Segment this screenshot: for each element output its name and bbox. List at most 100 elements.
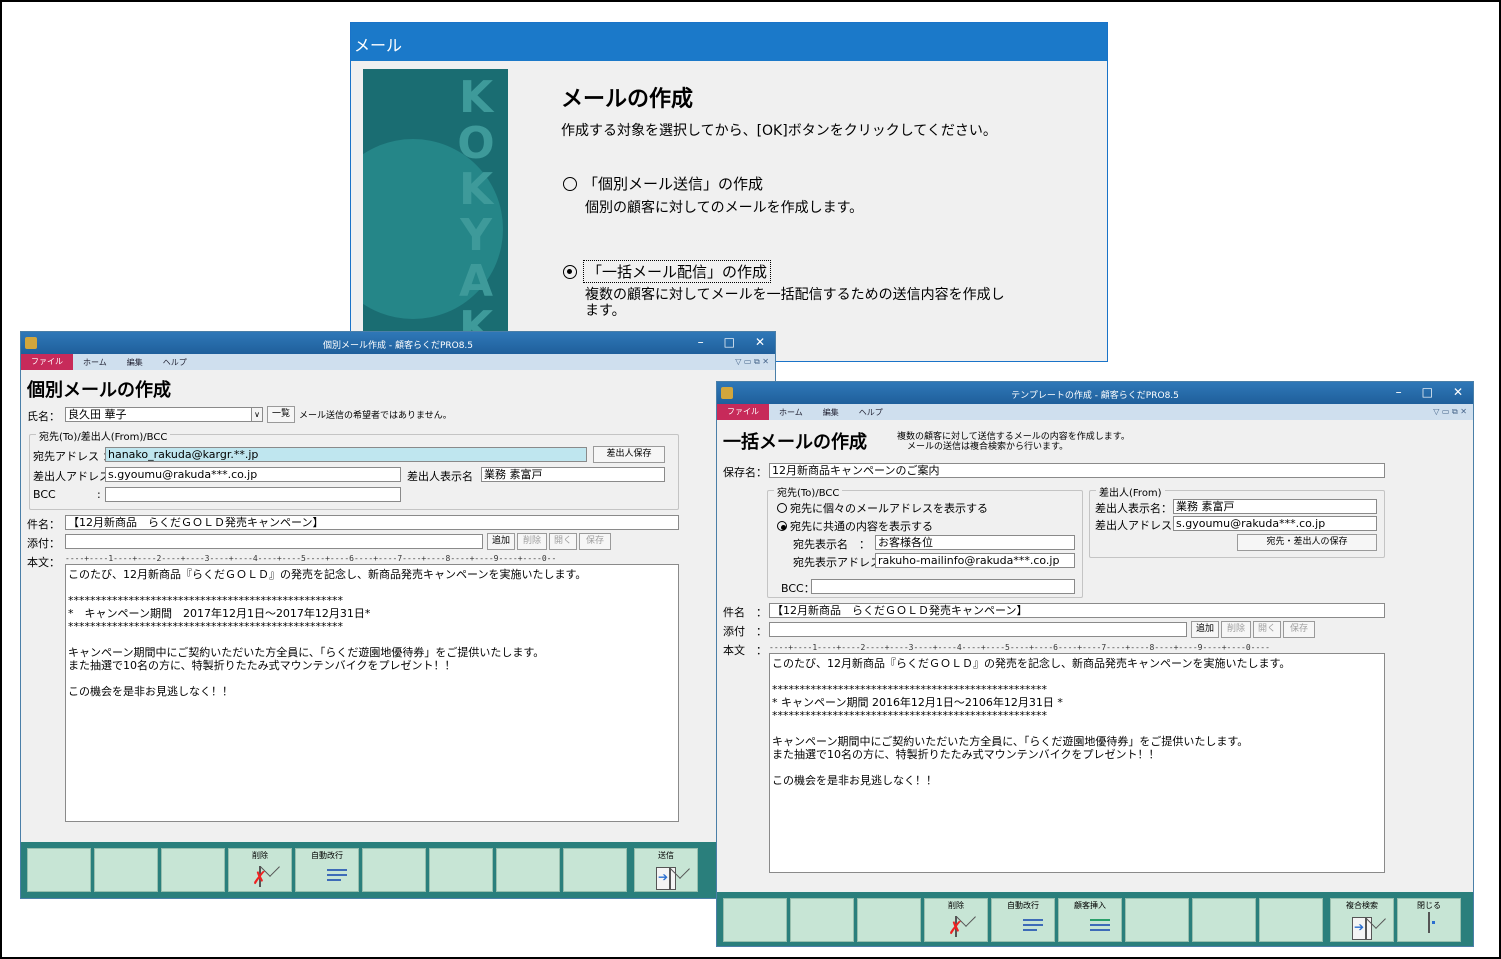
attach-open-button[interactable]: 開く: [1253, 621, 1281, 638]
bcc-colon: :: [97, 488, 101, 501]
attach-label: 添付：: [27, 537, 60, 550]
radio-bulk[interactable]: [563, 264, 577, 279]
from-address-field[interactable]: s.gyoumu@rakuda***.co.jp: [1173, 516, 1377, 531]
attach-delete-button[interactable]: 削除: [1221, 621, 1251, 638]
option-bulk-label: 「一括メール配信」の作成: [583, 260, 772, 283]
name-note: メール送信の希望者ではありません。: [299, 411, 452, 421]
save-sender-button[interactable]: 差出人保存: [593, 446, 665, 463]
subject-field[interactable]: 【12月新商品 らくだＧＯＬＤ発売キャンペーン】: [65, 515, 679, 530]
radio-common-content[interactable]: [777, 521, 787, 531]
tab-edit[interactable]: 編集: [813, 407, 849, 418]
send-button[interactable]: 送信 ➔: [634, 848, 698, 892]
from-name-field[interactable]: 業務 素富戸: [481, 467, 665, 482]
function-key-bar: 削除 ✗ 自動改行 送信 ➔: [21, 842, 775, 898]
page-title: 個別メールの作成: [27, 380, 171, 401]
body-textarea[interactable]: このたび、12月新商品『らくだＧＯＬＤ』の発売を記念し、新商品発売キャンペーンを…: [65, 564, 679, 822]
radio-individual[interactable]: [563, 176, 577, 191]
attach-add-button[interactable]: 追加: [487, 533, 515, 550]
dialog-titlebar: メール: [351, 23, 1107, 61]
list-button[interactable]: 一覧: [267, 406, 295, 423]
compound-search-button-label: 複合検索: [1346, 901, 1378, 910]
from-name-field[interactable]: 業務 素富戸: [1173, 499, 1377, 514]
insert-customer-button-label: 顧客挿入: [1074, 901, 1106, 910]
bcc-label: BCC: [33, 488, 56, 501]
fkey-slot-2: [790, 898, 854, 942]
auto-wrap-button[interactable]: 自動改行: [295, 848, 359, 892]
recipient-group-title: 宛先(To)/差出人(From)/BCC: [36, 428, 171, 443]
maximize-icon[interactable]: □: [1422, 385, 1433, 399]
name-label: 氏名：: [27, 410, 60, 423]
radio-individual-address[interactable]: [777, 503, 787, 513]
bcc-field[interactable]: [105, 487, 401, 502]
window-title: テンプレートの作成 - 顧客らくだPRO8.5: [1011, 391, 1179, 401]
body-textarea[interactable]: このたび、12月新商品『らくだＧＯＬＤ』の発売を記念し、新商品発売キャンペーンを…: [769, 653, 1385, 873]
ribbon-mini-controls-icon[interactable]: ▽ ▭ ⧉ ✕: [1433, 407, 1467, 417]
window-title: 個別メール作成 - 顧客らくだPRO8.5: [322, 341, 474, 351]
tab-help[interactable]: ヘルプ: [153, 357, 197, 368]
save-name-field[interactable]: 12月新商品キャンペーンのご案内: [769, 463, 1385, 478]
window-controls: – □ ✕: [698, 335, 765, 349]
ribbon-mini-controls-icon[interactable]: ▽ ▭ ⧉ ✕: [735, 357, 769, 367]
to-display-address-field[interactable]: rakuho-mailinfo@rakuda***.co.jp: [875, 553, 1075, 568]
ribbon-tabs: ファイル ホーム 編集 ヘルプ ▽ ▭ ⧉ ✕: [717, 404, 1473, 420]
auto-wrap-button-label: 自動改行: [1007, 901, 1039, 910]
fkey-slot-2: [94, 848, 158, 892]
maximize-icon[interactable]: □: [724, 335, 735, 349]
delete-button[interactable]: 削除 ✗: [228, 848, 292, 892]
tab-edit[interactable]: 編集: [117, 357, 153, 368]
option-bulk-desc-2: ます。: [585, 303, 626, 319]
window-controls: – □ ✕: [1396, 385, 1463, 399]
brand-logo-text: KOKYAKU: [457, 72, 495, 360]
delete-button-label: 削除: [252, 851, 268, 860]
attach-open-button[interactable]: 開く: [549, 533, 577, 550]
option-bulk[interactable]: 「一括メール配信」の作成: [563, 260, 772, 283]
header-note-1: 複数の顧客に対して送信するメールの内容を作成します。: [897, 432, 1130, 442]
attach-delete-button[interactable]: 削除: [517, 533, 547, 550]
tab-file[interactable]: ファイル: [717, 404, 769, 420]
window-titlebar: テンプレートの作成 - 顧客らくだPRO8.5 – □ ✕: [717, 382, 1473, 404]
fkey-slot-9: [1259, 898, 1323, 942]
fkey-slot-3: [161, 848, 225, 892]
close-icon[interactable]: ✕: [755, 335, 765, 349]
delete-button[interactable]: 削除 ✗: [924, 898, 988, 942]
compound-search-button[interactable]: 複合検索 ➔: [1330, 898, 1394, 942]
tab-file[interactable]: ファイル: [21, 354, 73, 370]
column-ruler: ----+----1----+----2----+----3----+----4…: [769, 643, 1270, 652]
name-select[interactable]: 良久田 華子: [65, 407, 255, 422]
chevron-down-icon[interactable]: ∨: [251, 407, 263, 422]
attach-add-button[interactable]: 追加: [1191, 621, 1219, 638]
auto-wrap-button[interactable]: 自動改行: [991, 898, 1055, 942]
tab-home[interactable]: ホーム: [769, 407, 813, 418]
tab-home[interactable]: ホーム: [73, 357, 117, 368]
fkey-slot-1: [723, 898, 787, 942]
fkey-slot-1: [27, 848, 91, 892]
attach-save-button[interactable]: 保存: [1283, 621, 1315, 638]
option-individual[interactable]: 「個別メール送信」の作成: [563, 173, 763, 194]
delete-mail-icon: ✗: [948, 916, 964, 939]
close-icon[interactable]: ✕: [1453, 385, 1463, 399]
subject-label: 件名 ：: [723, 606, 767, 619]
auto-wrap-button-label: 自動改行: [311, 851, 343, 860]
header-note-2: メールの送信は複合検索から行います。: [907, 442, 1069, 452]
attach-save-button[interactable]: 保存: [579, 533, 611, 550]
attach-field[interactable]: [65, 534, 483, 549]
tab-help[interactable]: ヘルプ: [849, 407, 893, 418]
subject-label: 件名：: [27, 518, 60, 531]
subject-field[interactable]: 【12月新商品 らくだＧＯＬＤ発売キャンペーン】: [769, 603, 1385, 618]
bcc-field[interactable]: [811, 579, 1075, 594]
save-to-from-button[interactable]: 宛先・差出人の保存: [1237, 534, 1377, 551]
from-address-field[interactable]: s.gyoumu@rakuda***.co.jp: [105, 467, 401, 482]
ribbon-tabs: ファイル ホーム 編集 ヘルプ ▽ ▭ ⧉ ✕: [21, 354, 775, 370]
individual-mail-window: 個別メール作成 - 顧客らくだPRO8.5 – □ ✕ ファイル ホーム 編集 …: [20, 331, 776, 899]
column-ruler: ----+----1----+----2----+----3----+----4…: [65, 554, 557, 563]
to-option-common[interactable]: 宛先に共通の内容を表示する: [777, 518, 933, 534]
close-button[interactable]: 閉じる: [1397, 898, 1461, 942]
to-option-individual[interactable]: 宛先に個々のメールアドレスを表示する: [777, 500, 988, 516]
to-display-name-field[interactable]: お客様各位: [875, 535, 1075, 550]
minimize-icon[interactable]: –: [698, 335, 704, 349]
insert-customer-button[interactable]: 顧客挿入: [1058, 898, 1122, 942]
attach-field[interactable]: [769, 622, 1187, 637]
close-button-label: 閉じる: [1417, 901, 1441, 910]
to-address-field[interactable]: hanako_rakuda@kargr.**.jp: [105, 447, 587, 462]
minimize-icon[interactable]: –: [1396, 385, 1402, 399]
